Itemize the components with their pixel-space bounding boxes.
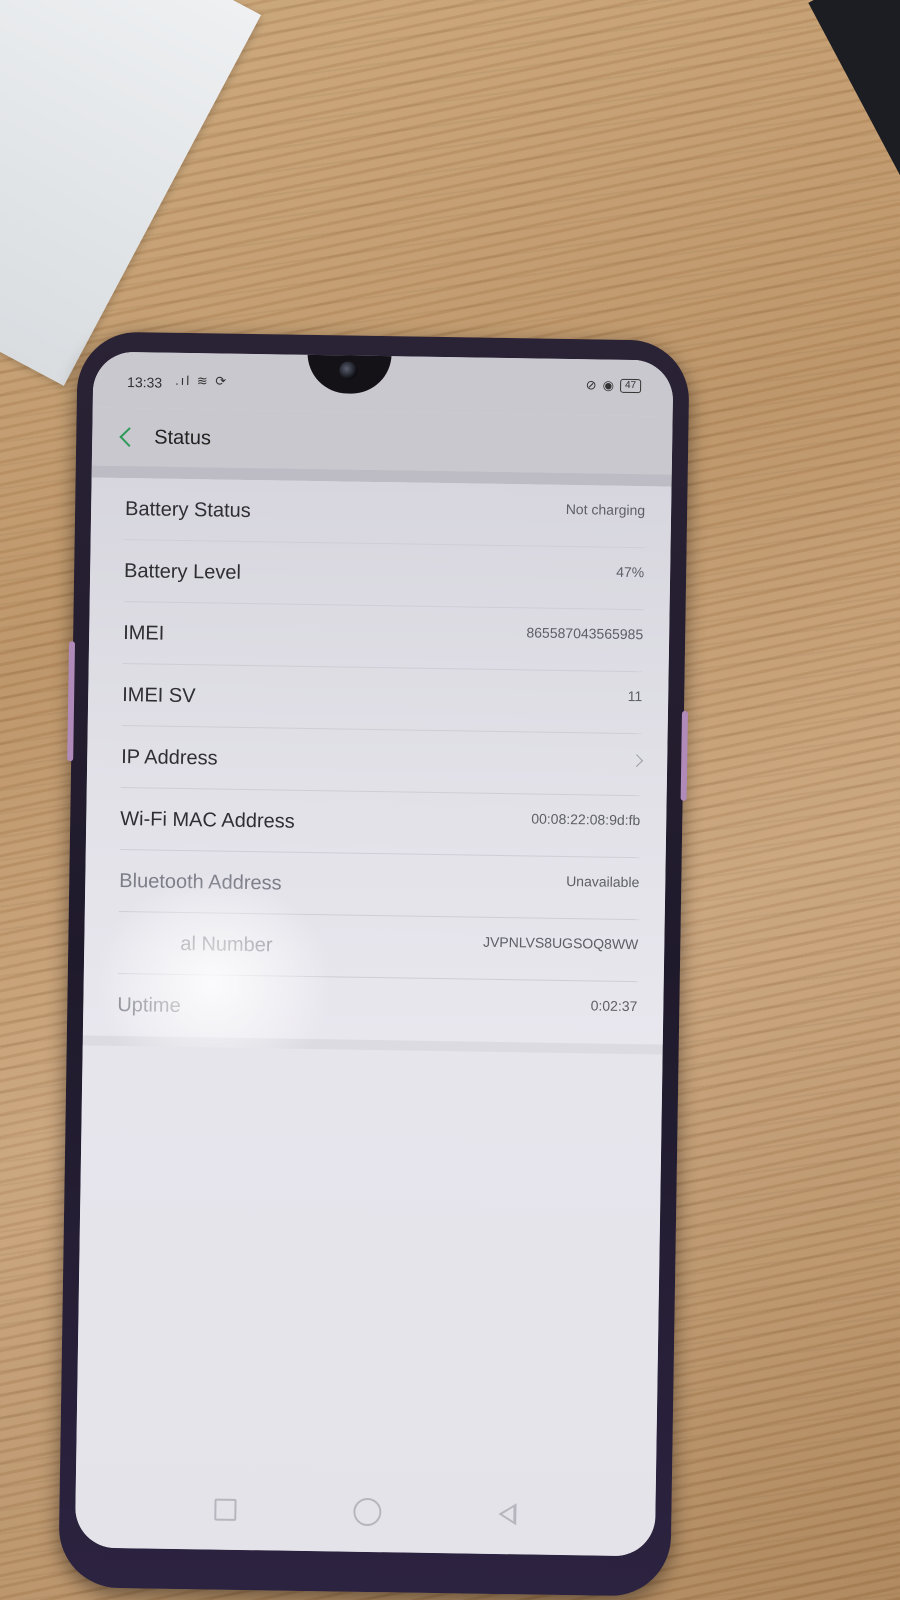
vibrate-icon: ⊘ (585, 377, 597, 393)
empty-content-area (74, 1045, 663, 1557)
row-value: Not charging (565, 500, 646, 519)
row-value: 00:08:22:08:9d:fb (531, 810, 641, 829)
row-ip-address[interactable]: IP Address (87, 725, 668, 796)
row-value: 47% (616, 563, 645, 581)
row-serial-number: al Number JVPNLVS8UGSOQ8WW (84, 911, 665, 982)
row-value: JVPNLVS8UGSOQ8WW (482, 933, 639, 953)
page-title: Status (154, 425, 212, 449)
row-imei: IMEI 865587043565985 (89, 601, 670, 672)
signal-wifi-icons: .ıl ≋ ⟳ (175, 372, 229, 389)
chevron-right-icon (630, 753, 644, 767)
row-imei-sv: IMEI SV 11 (88, 663, 669, 734)
navigation-bar (75, 1467, 656, 1556)
chevron-left-icon[interactable] (119, 427, 140, 447)
row-value: 0:02:37 (590, 997, 638, 1015)
status-list: Battery Status Not charging Battery Leve… (82, 477, 672, 1045)
row-label: Bluetooth Address (119, 869, 282, 895)
row-value: Unavailable (566, 873, 640, 891)
row-value: 11 (627, 687, 643, 705)
row-label: Uptime (117, 993, 181, 1017)
row-label: IMEI (123, 621, 165, 645)
triangle-icon[interactable] (498, 1503, 517, 1526)
phone-side-button-left (67, 641, 76, 762)
row-wifi-mac-address: Wi-Fi MAC Address 00:08:22:08:9d:fb (86, 787, 667, 858)
front-camera (339, 361, 358, 380)
status-time: 13:33 (126, 374, 163, 391)
circle-icon[interactable] (353, 1497, 382, 1527)
alarm-icon: ◉ (602, 377, 615, 393)
row-uptime: Uptime 0:02:37 (83, 973, 664, 1044)
row-label: IMEI SV (122, 683, 196, 707)
page-header: Status (91, 407, 673, 475)
phone-screen: 13:33 .ıl ≋ ⟳ ⊘ ◉ 47 Status Battery Stat… (74, 351, 674, 1557)
phone-side-button-right (680, 710, 689, 801)
row-label: Wi-Fi MAC Address (120, 807, 295, 833)
phone-device: 13:33 .ıl ≋ ⟳ ⊘ ◉ 47 Status Battery Stat… (58, 331, 690, 1597)
row-battery-level: Battery Level 47% (90, 539, 671, 610)
battery-icon: 47 (619, 378, 642, 394)
row-label: IP Address (121, 745, 218, 770)
status-icons-right: ⊘ ◉ 47 (586, 377, 642, 394)
dark-object (808, 0, 900, 180)
paper-sheet (0, 0, 262, 386)
row-bluetooth-address: Bluetooth Address Unavailable (85, 849, 666, 920)
row-value: 865587043565985 (526, 624, 644, 643)
row-label: al Number (180, 932, 273, 956)
square-icon[interactable] (213, 1498, 237, 1521)
row-battery-status: Battery Status Not charging (91, 478, 672, 549)
row-label: Battery Status (124, 497, 251, 522)
row-label: Battery Level (123, 559, 242, 584)
